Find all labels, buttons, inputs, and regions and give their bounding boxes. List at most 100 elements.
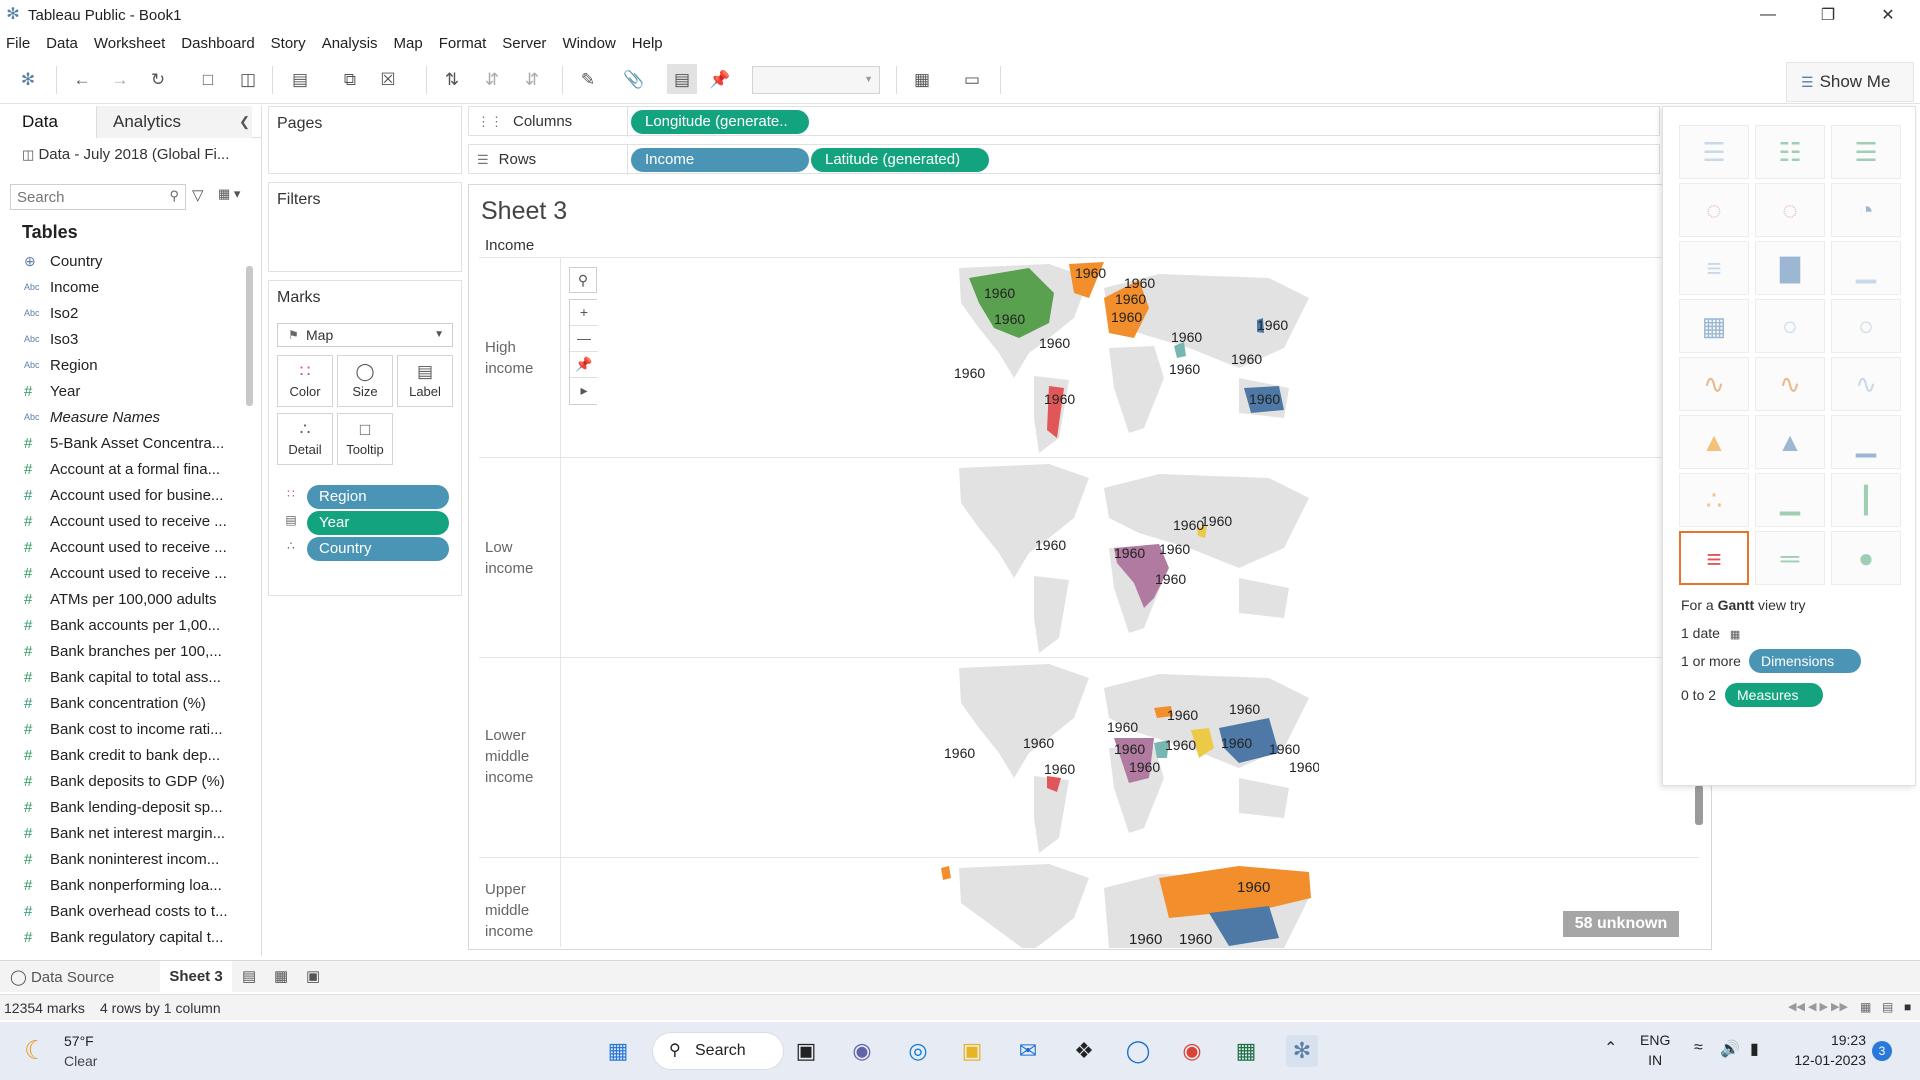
- tab-sheet-3[interactable]: Sheet 3: [160, 961, 232, 993]
- color-button[interactable]: ∷ Color: [277, 355, 333, 407]
- swap-rows-columns-icon[interactable]: ⇅: [440, 68, 464, 92]
- duplicate-sheet-icon[interactable]: ⧉: [338, 68, 362, 92]
- field-item[interactable]: # Bank lending-deposit sp...: [0, 794, 242, 820]
- field-item[interactable]: ⊕ Country: [0, 248, 242, 274]
- field-item[interactable]: #5-Bank Asset Concentra...: [0, 430, 242, 456]
- new-dashboard-tab-icon[interactable]: ▦: [274, 967, 288, 985]
- battery-icon[interactable]: ▮: [1750, 1039, 1759, 1059]
- teams-chat-icon[interactable]: ◉: [846, 1035, 878, 1067]
- file-explorer-icon[interactable]: ▣: [956, 1035, 988, 1067]
- rows-shelf[interactable]: ☰ Rows Income Latitude (generated): [468, 144, 1660, 175]
- chart-type-thumbnail[interactable]: ▲: [1679, 415, 1749, 469]
- tableau-home-icon[interactable]: ✻: [16, 68, 40, 92]
- chart-type-thumbnail[interactable]: ∿: [1755, 357, 1825, 411]
- field-item[interactable]: # Account used to receive ...: [0, 560, 242, 586]
- field-item[interactable]: # Year: [0, 378, 242, 404]
- taskbar-search[interactable]: ⚲ Search: [652, 1032, 784, 1070]
- field-item[interactable]: Abc Iso3: [0, 326, 242, 352]
- chevron-up-icon[interactable]: ⌃: [1604, 1038, 1617, 1058]
- mail-icon[interactable]: ✉: [1012, 1035, 1044, 1067]
- menu-story[interactable]: Story: [271, 35, 306, 52]
- field-item[interactable]: # Account used to receive ...: [0, 534, 242, 560]
- task-view-icon[interactable]: ▣: [790, 1035, 822, 1067]
- menu-worksheet[interactable]: Worksheet: [94, 35, 165, 52]
- field-item[interactable]: Abc Region: [0, 352, 242, 378]
- field-item[interactable]: # Account at a formal fina...: [0, 456, 242, 482]
- menu-analysis[interactable]: Analysis: [322, 35, 378, 52]
- menu-dashboard[interactable]: Dashboard: [181, 35, 254, 52]
- tab-analytics[interactable]: Analytics: [97, 106, 252, 138]
- map-search-icon[interactable]: ⚲: [569, 267, 597, 293]
- field-item[interactable]: # Bank net interest margin...: [0, 820, 242, 846]
- chart-type-thumbnail[interactable]: ◌: [1679, 183, 1749, 237]
- chart-type-thumbnail[interactable]: ┃: [1831, 473, 1901, 527]
- sheet-navigation-icon[interactable]: ◀◀ ◀ ▶ ▶▶: [1788, 1000, 1848, 1013]
- new-story-tab-icon[interactable]: ▣: [306, 967, 320, 985]
- columns-shelf[interactable]: ⋮⋮ Columns Longitude (generate..: [468, 106, 1660, 137]
- field-item[interactable]: Abc Iso2: [0, 300, 242, 326]
- tableau-taskbar-icon[interactable]: ✻: [1286, 1035, 1318, 1067]
- menu-window[interactable]: Window: [562, 35, 615, 52]
- chart-type-thumbnail[interactable]: ◔: [1831, 183, 1901, 237]
- menu-format[interactable]: Format: [439, 35, 487, 52]
- data-source-item[interactable]: ◫ Data - July 2018 (Global Fi...: [22, 146, 229, 163]
- redo-icon[interactable]: →: [108, 68, 132, 92]
- speaker-icon[interactable]: 🔊: [1720, 1039, 1740, 1059]
- save-icon[interactable]: □: [196, 68, 220, 92]
- field-item[interactable]: # Bank capital to total ass...: [0, 664, 242, 690]
- sort-descending-icon[interactable]: ⇵: [520, 68, 544, 92]
- latitude-pill[interactable]: Latitude (generated): [811, 148, 989, 172]
- zoom-out-icon[interactable]: —: [570, 326, 598, 352]
- field-item[interactable]: # Bank cost to income rati...: [0, 716, 242, 742]
- chart-type-thumbnail[interactable]: ☷: [1755, 125, 1825, 179]
- chart-type-thumbnail[interactable]: ●: [1831, 531, 1901, 585]
- chart-type-thumbnail[interactable]: ◌: [1755, 183, 1825, 237]
- chart-type-thumbnail[interactable]: ○: [1755, 299, 1825, 353]
- excel-icon[interactable]: ▦: [1230, 1035, 1262, 1067]
- undo-icon[interactable]: ←: [70, 68, 94, 92]
- field-item[interactable]: # Bank overhead costs to t...: [0, 898, 242, 924]
- field-search-box[interactable]: ⚲: [10, 184, 186, 210]
- chart-type-thumbnail[interactable]: ▁: [1831, 415, 1901, 469]
- map-upper-middle-income[interactable]: 1960 1960 1960: [939, 858, 1319, 948]
- chart-type-thumbnail[interactable]: ≡: [1679, 241, 1749, 295]
- highlight-icon[interactable]: ✎: [576, 68, 600, 92]
- new-worksheet-icon[interactable]: ▤: [288, 68, 312, 92]
- chart-type-thumbnail[interactable]: ▁: [1831, 241, 1901, 295]
- chart-type-thumbnail[interactable]: ▦: [1679, 299, 1749, 353]
- field-item[interactable]: # Bank branches per 100,...: [0, 638, 242, 664]
- moon-weather-icon[interactable]: ☾: [24, 1035, 47, 1066]
- pin-axes-icon[interactable]: 📌: [708, 68, 732, 92]
- expand-toolbar-icon[interactable]: ▸: [570, 378, 598, 404]
- filmstrip-icon[interactable]: ▤: [1882, 1000, 1893, 1014]
- presentation-mode-icon[interactable]: ▭: [960, 68, 984, 92]
- sort-ascending-icon[interactable]: ⇵: [480, 68, 504, 92]
- view-scrollbar[interactable]: [1695, 785, 1703, 825]
- clock[interactable]: 19:23 12-01-2023: [1790, 1030, 1866, 1070]
- fit-dropdown[interactable]: ▼: [752, 66, 880, 94]
- tab-data-source[interactable]: ◯ Data Source: [10, 968, 114, 986]
- edge-icon[interactable]: ◎: [902, 1035, 934, 1067]
- new-data-source-icon[interactable]: ◫: [236, 68, 260, 92]
- filters-card[interactable]: Filters: [268, 182, 462, 272]
- show-hide-cards-icon[interactable]: ▦: [910, 68, 934, 92]
- notification-badge[interactable]: 3: [1872, 1041, 1892, 1061]
- chart-type-thumbnail[interactable]: ○: [1831, 299, 1901, 353]
- chart-type-thumbnail[interactable]: ∴: [1679, 473, 1749, 527]
- label-button[interactable]: ▤ Label: [397, 355, 453, 407]
- field-item[interactable]: # ATMs per 100,000 adults: [0, 586, 242, 612]
- unknown-locations-badge[interactable]: 58 unknown: [1563, 911, 1679, 937]
- chart-type-thumbnail[interactable]: ☰: [1831, 125, 1901, 179]
- menu-help[interactable]: Help: [632, 35, 663, 52]
- chart-type-thumbnail[interactable]: ∿: [1831, 357, 1901, 411]
- chart-type-thumbnail[interactable]: ∿: [1679, 357, 1749, 411]
- field-item[interactable]: # Bank credit to bank dep...: [0, 742, 242, 768]
- zoom-in-icon[interactable]: +: [570, 300, 598, 326]
- pages-card[interactable]: Pages: [268, 106, 462, 174]
- map-lower-middle-income[interactable]: 1960 1960 1960 1960 1960 1960 1960 1960 …: [939, 658, 1319, 856]
- clear-sheet-icon[interactable]: ☒: [376, 68, 400, 92]
- map-low-income[interactable]: 1960 1960 1960 1960 1960 1960: [939, 458, 1319, 656]
- sheet-sorter-icon[interactable]: ▦: [1860, 1000, 1871, 1014]
- chrome-icon[interactable]: ◉: [1176, 1035, 1208, 1067]
- field-item[interactable]: # Account used to receive ...: [0, 508, 242, 534]
